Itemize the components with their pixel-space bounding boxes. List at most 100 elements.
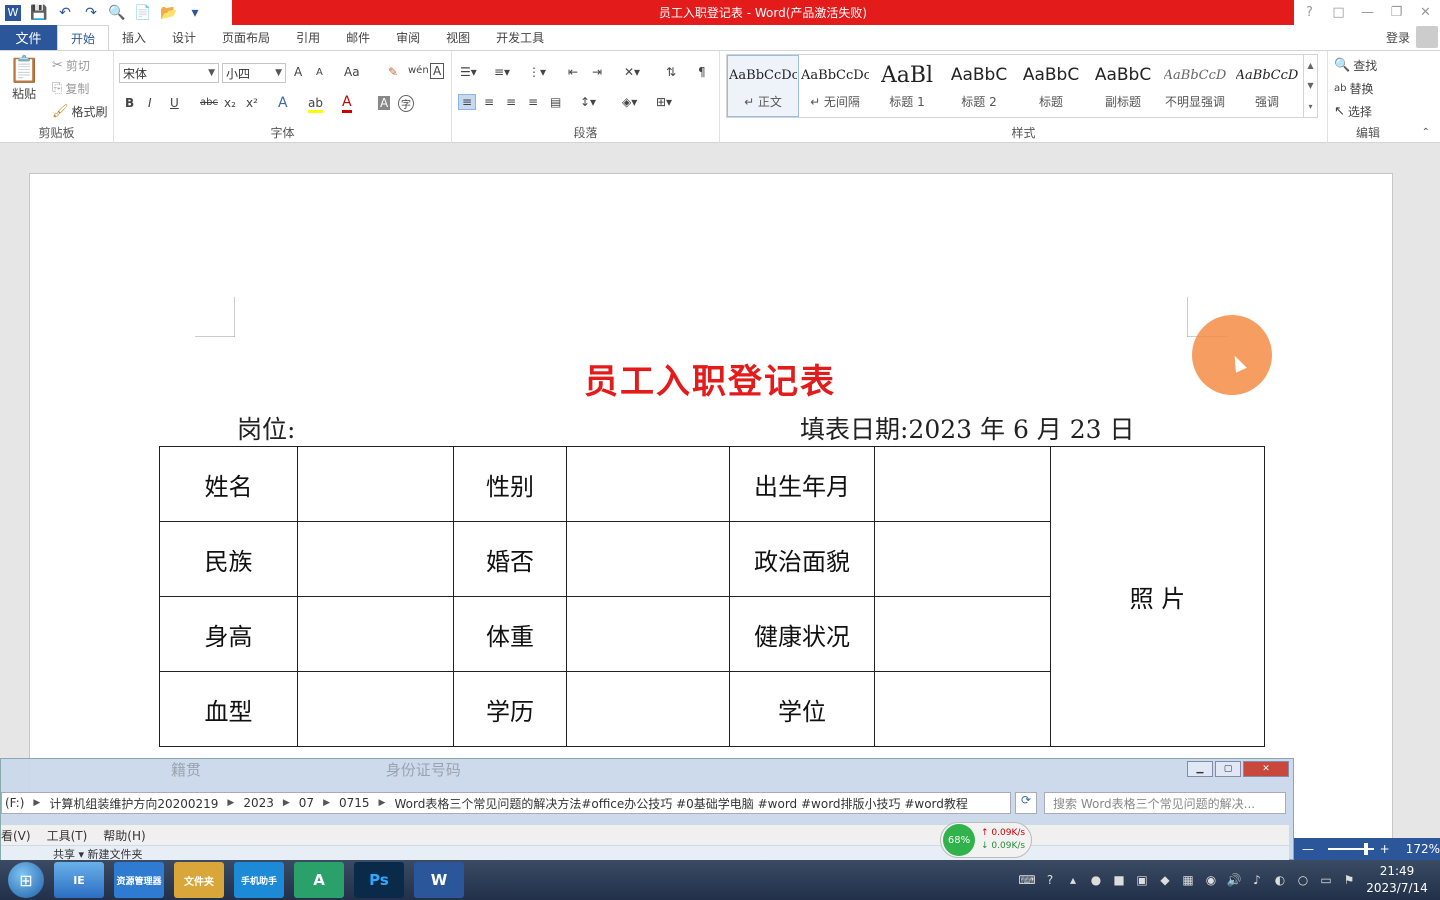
taskbar-app-word[interactable]: W [414, 862, 464, 898]
bold-button[interactable]: B [125, 96, 134, 110]
menu-help[interactable]: 帮助(H) [103, 827, 145, 844]
app-tray-icon[interactable]: ● [1086, 870, 1106, 890]
tab-insert[interactable]: 插入 [109, 25, 159, 50]
grow-font-button[interactable]: A [294, 65, 302, 79]
save-icon[interactable]: 💾 [26, 2, 52, 24]
search-input[interactable]: 搜索 Word表格三个常见问题的解决... [1044, 792, 1286, 814]
table-cell[interactable]: 学位 [729, 671, 875, 747]
app-tray-icon[interactable]: ▦ [1178, 870, 1198, 890]
app-tray-icon[interactable]: ○ [1293, 870, 1313, 890]
start-button[interactable]: ⊞ [8, 862, 44, 898]
breadcrumb-item[interactable]: 2023 [243, 796, 274, 810]
highlight-button[interactable]: ab [308, 96, 323, 113]
table-cell[interactable]: 民族 [159, 521, 298, 597]
copy-button[interactable]: ⎘ 复制 [52, 80, 89, 97]
show-marks-icon[interactable]: ¶ [698, 65, 706, 79]
avatar[interactable] [1416, 26, 1438, 48]
table-cell[interactable] [874, 521, 1051, 597]
zoom-out-button[interactable]: — [1302, 842, 1314, 856]
breadcrumb-item[interactable]: 07 [299, 796, 314, 810]
format-painter-button[interactable]: 🖌 格式刷 [52, 103, 108, 120]
increase-indent-icon[interactable]: ⇥ [592, 65, 602, 79]
table-cell[interactable]: 出生年月 [729, 446, 875, 522]
toolbar-text[interactable]: 共享 ▾ 新建文件夹 [53, 848, 143, 860]
numbering-icon[interactable]: ≡▾ [494, 65, 510, 79]
align-right-icon[interactable]: ≡ [506, 95, 516, 109]
distributed-icon[interactable]: ▤ [550, 95, 561, 109]
shading-icon[interactable]: ◈▾ [622, 95, 637, 109]
table-cell[interactable]: 体重 [453, 596, 567, 672]
tab-references[interactable]: 引用 [283, 25, 333, 50]
chevron-down-icon[interactable]: ▼ [208, 68, 215, 78]
help-icon[interactable]: ? [1295, 5, 1324, 20]
keyboard-icon[interactable]: ⌨ [1017, 870, 1037, 890]
display-icon[interactable]: ▭ [1316, 870, 1336, 890]
taskbar-app-phone[interactable]: 手机助手 [234, 862, 284, 898]
address-bar[interactable]: (F:) ▶ 计算机组装维护方向20200219 ▶ 2023 ▶ 07 ▶ 0715 ▶… [1, 792, 1011, 814]
zoom-slider-thumb[interactable] [1364, 843, 1368, 855]
document-title[interactable]: 员工入职登记表 [510, 354, 910, 403]
minimize-button[interactable]: — [1353, 5, 1382, 20]
chinese-layout-icon[interactable]: ✕▾ [624, 65, 640, 79]
text-effects-button[interactable]: A [278, 95, 288, 111]
maximize-button[interactable]: ❐ [1382, 5, 1411, 20]
table-cell[interactable] [874, 446, 1051, 522]
redo-icon[interactable]: ↷ [78, 2, 104, 24]
print-preview-icon[interactable]: 🔍 [104, 2, 130, 24]
table-cell[interactable] [297, 596, 454, 672]
table-cell[interactable] [566, 596, 730, 672]
tab-view[interactable]: 视图 [433, 25, 483, 50]
subscript-button[interactable]: x₂ [224, 96, 236, 110]
table-cell[interactable] [874, 671, 1051, 747]
change-case-button[interactable]: Aa [344, 65, 360, 79]
tab-developer[interactable]: 开发工具 [483, 25, 557, 50]
paste-button[interactable]: 📋 粘贴 [8, 57, 40, 102]
sort-icon[interactable]: ⇅ [666, 65, 676, 79]
collapse-ribbon-icon[interactable]: ⌃ [1422, 127, 1430, 138]
line-spacing-icon[interactable]: ↕▾ [580, 95, 596, 109]
table-cell[interactable]: 健康状况 [729, 596, 875, 672]
strikethrough-button[interactable]: abc [200, 97, 218, 108]
login-link[interactable]: 登录 [1386, 29, 1410, 46]
table-cell[interactable] [297, 446, 454, 522]
table-cell[interactable]: 政治面貌 [729, 521, 875, 597]
italic-button[interactable]: I [148, 96, 152, 110]
table-cell[interactable]: 性别 [453, 446, 567, 522]
shrink-font-button[interactable]: A [316, 67, 323, 78]
taskbar-app-folder[interactable]: 文件夹 [174, 862, 224, 898]
breadcrumb-drive[interactable]: (F:) [5, 796, 24, 810]
underline-button[interactable]: U [170, 96, 179, 110]
table-cell[interactable]: 姓名 [159, 446, 298, 522]
table-cell[interactable]: 身高 [159, 596, 298, 672]
table-cell[interactable]: 血型 [159, 671, 298, 747]
table-cell[interactable]: 学历 [453, 671, 567, 747]
phonetic-guide-button[interactable]: wén [408, 65, 429, 76]
tab-file[interactable]: 文件 [0, 25, 57, 50]
clear-format-icon[interactable]: ✎ [388, 65, 398, 79]
customize-qa-icon[interactable]: ▾ [182, 2, 208, 24]
tab-review[interactable]: 审阅 [383, 25, 433, 50]
bullets-icon[interactable]: ☰▾ [460, 65, 477, 79]
chevron-down-icon[interactable]: ▼ [275, 68, 282, 78]
zoom-level[interactable]: 172% [1406, 842, 1440, 856]
char-shading-button[interactable]: A [378, 96, 391, 110]
zoom-slider[interactable] [1328, 843, 1374, 855]
font-size-combo[interactable]: 小四 ▼ [222, 63, 286, 83]
help-icon[interactable]: ? [1040, 870, 1060, 890]
cut-button[interactable]: ✂ 剪切 [52, 57, 90, 74]
clock[interactable]: 21:49 2023/7/14 [1362, 863, 1432, 897]
borders-icon[interactable]: ⊞▾ [656, 95, 672, 109]
align-left-icon[interactable]: ≡ [458, 94, 477, 110]
network-icon[interactable]: ⚑ [1339, 870, 1359, 890]
find-button[interactable]: 🔍 查找 [1334, 57, 1377, 74]
select-button[interactable]: ↖ 选择 [1334, 103, 1372, 120]
qq-icon[interactable]: ◉ [1201, 870, 1221, 890]
tab-page-layout[interactable]: 页面布局 [209, 25, 283, 50]
tab-mailings[interactable]: 邮件 [333, 25, 383, 50]
photo-cell[interactable]: 照 片 [1050, 446, 1265, 747]
multilevel-list-icon[interactable]: ⋮▾ [528, 65, 546, 79]
table-cell[interactable] [566, 671, 730, 747]
registration-table[interactable]: 姓名 性别 出生年月 照 片 民族 婚否 政治面貌 身高 体重 健康状况 血型 … [159, 446, 1265, 747]
tab-home[interactable]: 开始 [57, 25, 110, 50]
date-label[interactable]: 填表日期:2023 年 6 月 23 日 [800, 410, 1135, 446]
